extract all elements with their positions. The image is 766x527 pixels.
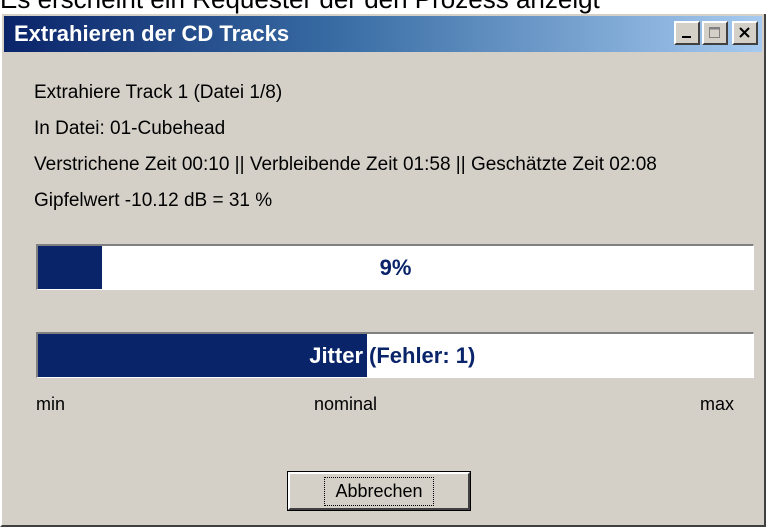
progress-percent-label: 9%: [379, 255, 412, 280]
close-icon: [739, 27, 750, 38]
caption-text: Es erscheint ein Requester der den Proze…: [0, 0, 600, 14]
peak-level-text: Gipfelwert -10.12 dB = 31 %: [34, 190, 273, 211]
minimize-icon: [682, 36, 691, 38]
maximize-button[interactable]: [702, 21, 728, 45]
scale-nominal-label: nominal: [314, 394, 378, 414]
minimize-button[interactable]: [674, 21, 700, 45]
extract-dialog: Extrahieren der CD Tracks Extrahiere Tra…: [0, 14, 766, 527]
window-title: Extrahieren der CD Tracks: [14, 21, 290, 46]
cancel-button-label: Abbrechen: [324, 476, 434, 506]
jitter-error-count: (Fehler: 1): [369, 343, 476, 368]
maximize-icon: [709, 27, 720, 38]
output-file-text: In Datei: 01-Cubehead: [34, 118, 226, 139]
scale-min-label: min: [36, 394, 66, 414]
scale-max-label: max: [700, 394, 735, 414]
time-status-text: Verstrichene Zeit 00:10 || Verbleibende …: [34, 154, 657, 175]
progress-bar: 9%: [36, 244, 754, 290]
close-button[interactable]: [732, 21, 758, 45]
title-bar[interactable]: Extrahieren der CD Tracks: [4, 16, 762, 52]
jitter-bar: Jitter (Fehler: 1): [36, 332, 754, 378]
dialog-content: Extrahiere Track 1 (Datei 1/8) In Datei:…: [2, 54, 764, 525]
cancel-button[interactable]: Abbrechen: [287, 471, 471, 511]
track-status-text: Extrahiere Track 1 (Datei 1/8): [34, 82, 283, 103]
jitter-label: Jitter: [309, 343, 363, 368]
